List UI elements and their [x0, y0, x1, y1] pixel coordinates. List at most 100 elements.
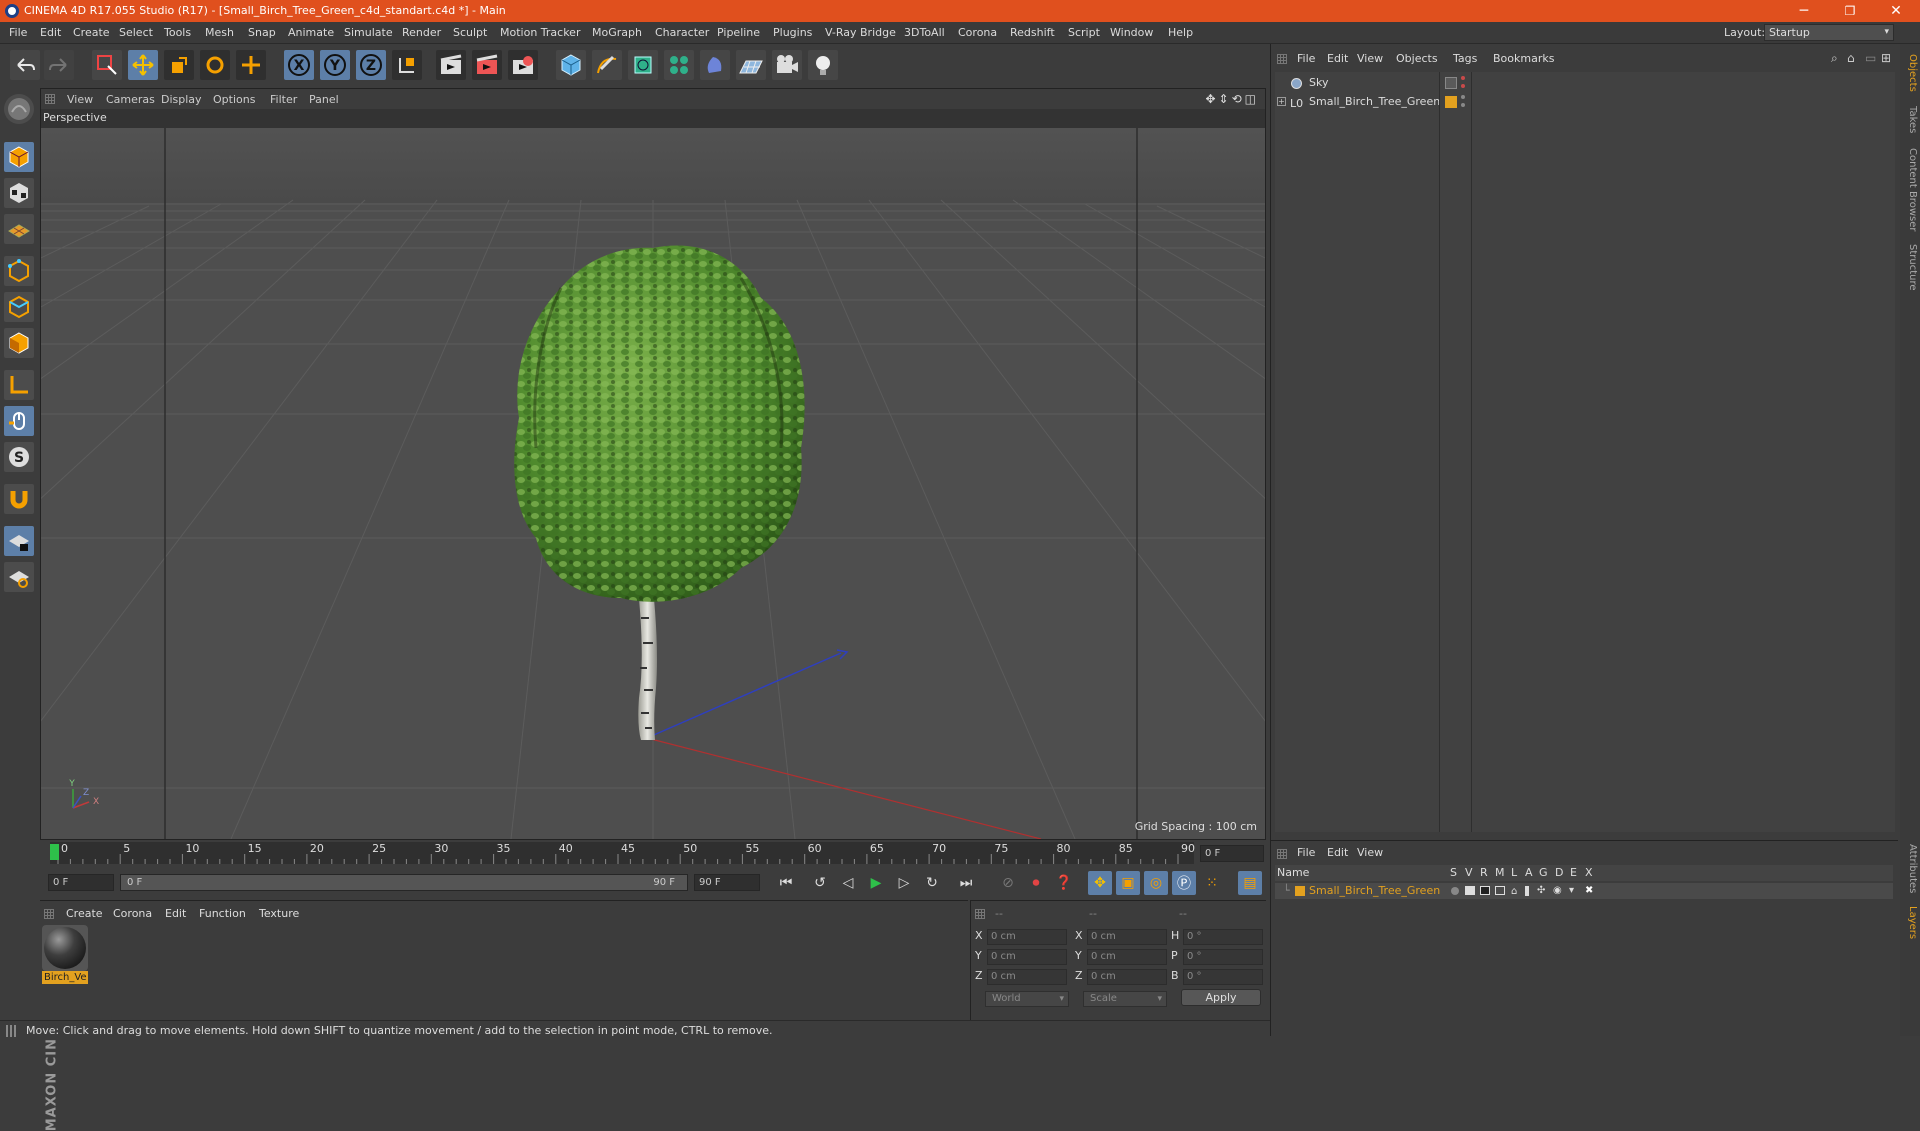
column-separator[interactable]	[1439, 72, 1440, 832]
render-settings-icon[interactable]	[508, 50, 538, 80]
viewport-canvas[interactable]: Y X Z Grid Spacing : 100 cm	[41, 128, 1265, 839]
menu-sculpt[interactable]: Sculpt	[453, 26, 487, 39]
objects-menu-objects[interactable]: Objects	[1396, 52, 1438, 65]
materials-menu-function[interactable]: Function	[199, 907, 246, 920]
objects-menu-bookmarks[interactable]: Bookmarks	[1493, 52, 1554, 65]
size-x-field[interactable]: 0 cm	[1087, 929, 1167, 945]
objects-menu-edit[interactable]: Edit	[1327, 52, 1348, 65]
live-selection-icon[interactable]	[92, 50, 122, 80]
viewport-navigation-icons[interactable]: ✥⇕⟲◫	[1205, 92, 1259, 106]
visibility-dot-render[interactable]	[1461, 103, 1465, 107]
floor-scene-icon[interactable]	[736, 50, 766, 80]
sky-texture-tag-icon[interactable]	[1445, 77, 1457, 89]
menu-mesh[interactable]: Mesh	[205, 26, 234, 39]
size-y-field[interactable]: 0 cm	[1087, 949, 1167, 965]
key-position-icon[interactable]: ✥	[1088, 871, 1112, 895]
viewport-menu-options[interactable]: Options	[213, 93, 255, 106]
preview-range-slider[interactable]: 0 F 90 F	[120, 874, 688, 891]
materials-menu-create[interactable]: Create	[66, 907, 103, 920]
menu-redshift[interactable]: Redshift	[1010, 26, 1055, 39]
menu-motion-tracker[interactable]: Motion Tracker	[500, 26, 580, 39]
materials-menu-corona[interactable]: Corona	[113, 907, 152, 920]
viewport-menu-filter[interactable]: Filter	[270, 93, 297, 106]
viewport-menu-display[interactable]: Display	[161, 93, 202, 106]
menu-window[interactable]: Window	[1110, 26, 1153, 39]
cloner-icon[interactable]	[664, 50, 694, 80]
render-toggle-icon[interactable]	[1480, 886, 1490, 895]
visibility-dot-editor[interactable]	[1461, 76, 1465, 80]
apply-button[interactable]: Apply	[1181, 989, 1261, 1006]
record-keys-disabled-icon[interactable]: ⊘	[996, 871, 1020, 895]
solo-mode-icon[interactable]: S	[4, 442, 34, 472]
key-rotation-icon[interactable]: ◎	[1144, 871, 1168, 895]
solo-toggle[interactable]	[1451, 887, 1459, 895]
layer-color-swatch[interactable]	[1295, 886, 1305, 896]
tab-takes[interactable]: Takes	[1902, 106, 1918, 133]
next-frame-icon[interactable]: ▷	[892, 871, 916, 895]
redo-button[interactable]	[44, 50, 74, 80]
timeline-window-icon[interactable]: ▤	[1238, 871, 1262, 895]
size-z-field[interactable]: 0 cm	[1087, 969, 1167, 985]
points-mode-icon[interactable]	[4, 256, 34, 286]
undo-button[interactable]	[10, 50, 40, 80]
menu-pipeline[interactable]: Pipeline	[717, 26, 760, 39]
next-keyframe-icon[interactable]: ↻	[920, 871, 944, 895]
layout-dropdown[interactable]: Startup ▾	[1764, 24, 1894, 41]
key-parameter-icon[interactable]: Ⓟ	[1172, 871, 1196, 895]
menu-create[interactable]: Create	[73, 26, 110, 39]
object-row-sky[interactable]: Sky	[1275, 74, 1895, 92]
key-scale-icon[interactable]: ▣	[1116, 871, 1140, 895]
menu-edit[interactable]: Edit	[40, 26, 61, 39]
render-view-icon[interactable]	[436, 50, 466, 80]
menu-render[interactable]: Render	[402, 26, 441, 39]
workplane-mode-icon[interactable]	[4, 214, 34, 244]
make-editable-icon[interactable]	[4, 94, 34, 124]
y-axis-lock-button[interactable]: Y	[320, 50, 350, 80]
subdivision-surface-icon[interactable]	[628, 50, 658, 80]
rotate-tool-icon[interactable]	[200, 50, 230, 80]
move-tool-icon[interactable]	[128, 50, 158, 80]
layers-menu-view[interactable]: View	[1357, 846, 1383, 859]
rot-h-field[interactable]: 0 °	[1183, 929, 1263, 945]
visible-eye-icon[interactable]	[1465, 886, 1475, 895]
material-name[interactable]: Birch_Ve	[42, 971, 88, 984]
menu-select[interactable]: Select	[119, 26, 153, 39]
materials-menu-edit[interactable]: Edit	[165, 907, 186, 920]
menu-mograph[interactable]: MoGraph	[592, 26, 642, 39]
menu-simulate[interactable]: Simulate	[344, 26, 393, 39]
tab-content-browser[interactable]: Content Browser	[1902, 148, 1918, 231]
edges-mode-icon[interactable]	[4, 292, 34, 322]
menu-vray-bridge[interactable]: V-Ray Bridge	[825, 26, 896, 39]
menu-character[interactable]: Character	[655, 26, 709, 39]
scale-tool-icon[interactable]	[164, 50, 194, 80]
tweak-mode-icon[interactable]	[4, 406, 34, 436]
end-frame-field[interactable]: 90 F	[694, 874, 760, 891]
pos-y-field[interactable]: 0 cm	[987, 949, 1067, 965]
tab-structure[interactable]: Structure	[1902, 244, 1918, 291]
coordinate-mode-dropdown[interactable]: World ▾	[985, 991, 1069, 1007]
light-object-icon[interactable]	[808, 50, 838, 80]
menu-tools[interactable]: Tools	[164, 26, 191, 39]
menu-corona[interactable]: Corona	[958, 26, 997, 39]
auto-keying-icon[interactable]: ❓	[1052, 871, 1076, 895]
tab-objects[interactable]: Objects	[1902, 54, 1918, 92]
generators-toggle-icon[interactable]: ✣	[1537, 883, 1545, 899]
spline-pen-icon[interactable]	[592, 50, 622, 80]
workplane-rotate-icon[interactable]	[4, 562, 34, 592]
visibility-dot-editor[interactable]	[1461, 95, 1465, 99]
menu-3dtoall[interactable]: 3DToAll	[904, 26, 945, 39]
rot-b-field[interactable]: 0 °	[1183, 969, 1263, 985]
tab-layers[interactable]: Layers	[1902, 906, 1918, 939]
size-mode-dropdown[interactable]: Scale ▾	[1083, 991, 1167, 1007]
timeline-ruler[interactable]: 0 5 10 15 20 25 30 35 40 45 50 55 60 65 70 75 80 85 90	[50, 842, 1195, 864]
layers-menu-edit[interactable]: Edit	[1327, 846, 1348, 859]
texture-mode-icon[interactable]	[4, 178, 34, 208]
restore-button[interactable]: ❐	[1828, 0, 1872, 22]
menu-snap[interactable]: Snap	[248, 26, 276, 39]
manager-toggle-icon[interactable]	[1495, 886, 1505, 895]
current-frame-field[interactable]: 0 F	[1200, 845, 1264, 862]
snap-magnet-icon[interactable]	[4, 484, 34, 514]
playhead-marker[interactable]	[50, 844, 59, 860]
menu-plugins[interactable]: Plugins	[773, 26, 812, 39]
layer-row[interactable]: └ Small_Birch_Tree_Green ⌂ ✣ ◉ ▾ ✖	[1275, 883, 1893, 899]
